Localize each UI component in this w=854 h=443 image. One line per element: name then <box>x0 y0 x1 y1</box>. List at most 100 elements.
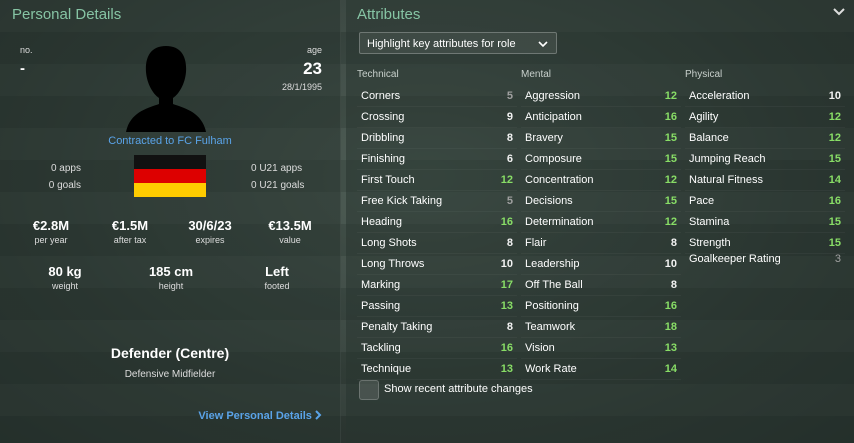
goalkeeper-rating-value: 3 <box>834 253 841 265</box>
flag-stripe-red <box>134 169 206 183</box>
attribute-value: 18 <box>664 321 677 333</box>
attribute-value: 13 <box>664 342 677 354</box>
attribute-value: 14 <box>664 363 677 375</box>
attribute-value: 10 <box>500 258 513 270</box>
nationality-flag <box>134 155 206 197</box>
attribute-value: 16 <box>664 300 677 312</box>
attribute-value: 10 <box>664 258 677 270</box>
attribute-value: 5 <box>506 90 513 102</box>
primary-position: Defender (Centre) <box>110 345 230 361</box>
attribute-row[interactable]: Crossing 9 <box>357 107 517 128</box>
footed-stat: Left footed <box>237 264 317 291</box>
attribute-row[interactable]: Long Throws 10 <box>357 254 517 275</box>
attribute-value: 9 <box>506 111 513 123</box>
attribute-row[interactable]: Pace 16 <box>685 191 845 212</box>
attribute-row[interactable]: Free Kick Taking 5 <box>357 191 517 212</box>
highlight-role-dropdown[interactable]: Highlight key attributes for role <box>359 32 557 54</box>
expiry-label: expires <box>195 235 225 245</box>
attribute-value: 8 <box>670 279 677 291</box>
attribute-row[interactable]: Passing 13 <box>357 296 517 317</box>
attribute-name: Finishing <box>361 153 406 165</box>
attribute-value: 8 <box>670 237 677 249</box>
attribute-name: Penalty Taking <box>361 321 433 333</box>
attribute-row[interactable]: Agility 12 <box>685 107 845 128</box>
wage-per-year: €2.8M per year <box>11 218 91 245</box>
wage-label: per year <box>34 235 68 245</box>
attribute-value: 12 <box>500 174 513 186</box>
attribute-name: Determination <box>525 216 594 228</box>
attribute-row[interactable]: Natural Fitness 14 <box>685 170 845 191</box>
attribute-row[interactable]: Long Shots 8 <box>357 233 517 254</box>
attribute-row[interactable]: Heading 16 <box>357 212 517 233</box>
attribute-row[interactable]: Finishing 6 <box>357 149 517 170</box>
attribute-row[interactable]: Anticipation 16 <box>521 107 681 128</box>
attribute-name: Tackling <box>361 342 401 354</box>
attribute-row[interactable]: Technique 13 <box>357 359 517 380</box>
attribute-row[interactable]: Decisions 15 <box>521 191 681 212</box>
attribute-row[interactable]: Flair 8 <box>521 233 681 254</box>
attribute-row[interactable]: Vision 13 <box>521 338 681 359</box>
weight-stat: 80 kg weight <box>25 264 105 291</box>
attribute-value: 6 <box>506 153 513 165</box>
dob-value: 28/1/1995 <box>281 82 322 92</box>
attribute-row[interactable]: Marking 17 <box>357 275 517 296</box>
attribute-name: Aggression <box>525 90 581 102</box>
panel-title: Personal Details <box>12 6 122 23</box>
attribute-name: Marking <box>361 279 401 291</box>
attribute-row[interactable]: Tackling 16 <box>357 338 517 359</box>
attribute-row[interactable]: Corners 5 <box>357 86 517 107</box>
number-value: - <box>20 60 25 77</box>
recent-changes-label[interactable]: Show recent attribute changes <box>384 383 533 395</box>
attribute-row[interactable]: First Touch 12 <box>357 170 517 191</box>
attribute-row[interactable]: Work Rate 14 <box>521 359 681 380</box>
age-value: 23 <box>303 59 322 78</box>
chevron-down-icon <box>538 41 548 48</box>
chevron-down-icon[interactable] <box>832 5 846 19</box>
attribute-value: 5 <box>506 195 513 207</box>
attribute-row[interactable]: Aggression 12 <box>521 86 681 107</box>
attribute-row[interactable]: Jumping Reach 15 <box>685 149 845 170</box>
technical-attributes-list: Corners 5 Crossing 9 Dribbling 8 Finishing 6 Fir… <box>357 86 517 380</box>
view-personal-details-link[interactable]: View Personal Details <box>198 410 322 422</box>
weight-value: 80 kg <box>48 264 82 279</box>
attribute-name: Technique <box>361 363 412 375</box>
u21-apps-count: 0 U21 apps <box>251 163 303 174</box>
recent-changes-checkbox[interactable] <box>359 380 379 400</box>
attribute-name: Off The Ball <box>525 279 583 291</box>
number-label: no. <box>20 45 33 55</box>
attribute-value: 12 <box>664 90 677 102</box>
attribute-row[interactable]: Penalty Taking 8 <box>357 317 517 338</box>
physical-header: Physical <box>685 69 723 80</box>
goalkeeper-rating-row: Goalkeeper Rating 3 <box>685 249 845 269</box>
attribute-name: Natural Fitness <box>689 174 763 186</box>
goalkeeper-rating[interactable]: Goalkeeper Rating 3 <box>685 249 845 269</box>
contract-status[interactable]: Contracted to FC Fulham <box>0 135 340 147</box>
attribute-value: 12 <box>664 174 677 186</box>
panel-title: Attributes <box>357 6 421 23</box>
attribute-row[interactable]: Positioning 16 <box>521 296 681 317</box>
goalkeeper-rating-label: Goalkeeper Rating <box>689 253 781 265</box>
attribute-row[interactable]: Balance 12 <box>685 128 845 149</box>
attribute-row[interactable]: Bravery 15 <box>521 128 681 149</box>
attribute-name: Agility <box>689 111 719 123</box>
attribute-row[interactable]: Dribbling 8 <box>357 128 517 149</box>
attribute-row[interactable]: Stamina 15 <box>685 212 845 233</box>
mental-header: Mental <box>521 69 552 80</box>
attribute-row[interactable]: Acceleration 10 <box>685 86 845 107</box>
attribute-value: 15 <box>828 153 841 165</box>
attribute-name: Corners <box>361 90 401 102</box>
height-value: 185 cm <box>148 264 194 279</box>
attribute-name: Decisions <box>525 195 573 207</box>
attribute-row[interactable]: Determination 12 <box>521 212 681 233</box>
attribute-row[interactable]: Off The Ball 8 <box>521 275 681 296</box>
attribute-row[interactable]: Teamwork 18 <box>521 317 681 338</box>
footed-value: Left <box>265 264 289 279</box>
attribute-value: 12 <box>664 216 677 228</box>
goals-count: 0 goals <box>48 180 81 191</box>
attribute-name: Composure <box>525 153 582 165</box>
attribute-row[interactable]: Composure 15 <box>521 149 681 170</box>
attribute-value: 8 <box>506 321 513 333</box>
attribute-row[interactable]: Concentration 12 <box>521 170 681 191</box>
attribute-value: 16 <box>500 342 513 354</box>
attribute-row[interactable]: Leadership 10 <box>521 254 681 275</box>
